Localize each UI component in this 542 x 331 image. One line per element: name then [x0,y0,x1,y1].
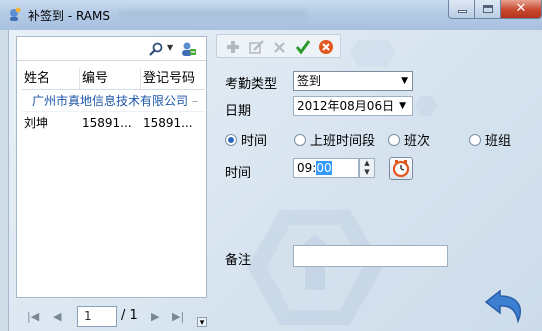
edit-button[interactable] [246,37,266,57]
cancel-icon [319,40,333,54]
radio-time[interactable]: 时间 [225,130,267,149]
radio-shift[interactable]: 班次 [388,130,430,149]
column-header-reg-no[interactable]: 登记号码 [141,68,205,89]
chevron-down-icon: ▼ [401,76,408,86]
window-title: 补签到 - RAMS [28,9,110,23]
attendance-type-select[interactable]: 签到 ▼ [293,71,413,91]
attendance-type-label: 考勤类型 [225,77,278,92]
table-header: 姓名 编号 登记号码 [22,68,205,90]
prev-page-button[interactable]: ◀ [53,310,61,323]
title-bar: 补签到 - RAMS ✕ [0,0,542,30]
undo-button[interactable] [482,285,526,325]
search-bar: ▼ [17,37,206,61]
undo-icon [484,289,521,324]
radio-label: 班组 [485,134,512,149]
radio-button[interactable] [225,133,237,146]
decoration-hexagon-icon [415,96,437,116]
chevron-down-icon: ▼ [399,101,406,111]
time-minute-selected: 00 [316,161,332,175]
date-value: 2012年08月06日 [297,99,395,113]
time-label: 时间 [225,166,252,181]
radio-team[interactable]: 班组 [469,130,511,149]
employee-table: 姓名 编号 登记号码 广州市真地信息技术有限公司 – 刘坤 15891... 1… [22,68,205,134]
date-picker[interactable]: 2012年08月06日 ▼ [293,96,413,116]
search-icon[interactable] [148,41,164,57]
page-total: / 1 [121,308,138,323]
radio-button[interactable] [469,133,481,146]
search-options-dropdown[interactable]: ▼ [167,43,173,52]
cell-reg-no: 15891... [143,116,193,130]
column-header-number[interactable]: 编号 [80,68,141,89]
confirm-button[interactable] [293,37,313,57]
delete-icon [273,41,285,53]
group-row-company[interactable]: 广州市真地信息技术有限公司 – [22,90,205,112]
close-button[interactable]: ✕ [500,0,542,19]
page-number-input[interactable]: 1 [77,306,117,327]
radio-label: 上班时间段 [310,134,376,149]
maximize-button[interactable] [474,0,501,19]
radio-button[interactable] [294,133,306,146]
spin-up-icon[interactable]: ▲ [360,159,374,168]
minimize-icon [458,10,467,13]
watermark-logo-icon [247,210,383,325]
toolbar [216,34,341,58]
radio-button[interactable] [388,133,400,146]
close-icon: ✕ [515,1,527,16]
time-hour: 09: [297,161,317,175]
radio-work-period[interactable]: 上班时间段 [294,130,375,149]
title-blurred-text [118,9,308,19]
cell-name: 刘坤 [24,116,49,130]
radio-label: 班次 [404,134,431,149]
add-icon [227,41,239,53]
cancel-button[interactable] [316,37,336,57]
time-input[interactable]: 09:00 [293,158,359,178]
note-input[interactable] [293,245,448,267]
spin-down-icon[interactable]: ▼ [360,168,374,177]
edit-icon [248,39,264,54]
attendance-type-value: 签到 [297,74,322,88]
app-icon [10,7,21,21]
minimize-button[interactable] [448,0,475,19]
confirm-icon [295,40,311,55]
time-spinner[interactable]: ▲ ▼ [359,158,375,178]
cell-number: 15891... [82,116,132,130]
radio-label: 时间 [241,134,268,149]
first-page-button[interactable]: |◀ [27,310,39,323]
table-row[interactable]: 刘坤 15891... 15891... [22,112,205,134]
last-page-button[interactable]: ▶| [172,310,184,323]
clock-icon [392,160,410,178]
group-label: 广州市真地信息技术有限公司 [32,94,189,108]
next-page-button[interactable]: ▶ [151,310,159,323]
pager: |◀ ◀ 1 / 1 ▶ ▶| ▾ [17,302,207,330]
delete-button[interactable] [269,37,289,57]
column-header-name[interactable]: 姓名 [22,68,80,89]
note-label: 备注 [225,253,252,268]
maximize-icon [483,5,493,13]
group-collapse-toggle[interactable]: – [192,94,198,108]
clock-button[interactable] [389,157,413,180]
decoration-hexagon-icon [350,40,396,66]
date-label: 日期 [225,104,252,119]
user-select-icon[interactable] [179,40,197,58]
pager-menu-button[interactable]: ▾ [197,317,207,328]
search-input[interactable] [19,40,147,58]
add-button[interactable] [223,37,243,57]
